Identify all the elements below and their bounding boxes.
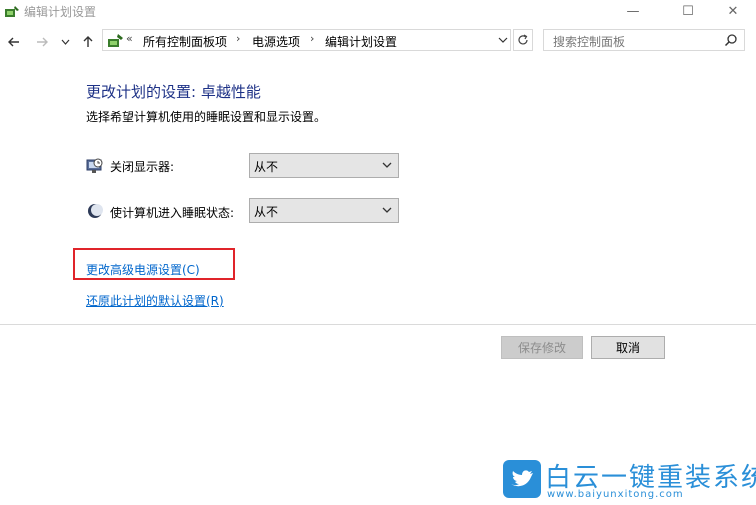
restore-defaults-link[interactable]: 还原此计划的默认设置(R)	[86, 292, 224, 309]
chevron-down-icon	[382, 162, 392, 168]
up-button[interactable]	[79, 32, 97, 52]
save-button[interactable]: 保存修改	[501, 336, 583, 359]
search-input[interactable]: 搜索控制面板	[553, 33, 625, 50]
navigation-bar: « 所有控制面板项 › 电源选项 › 编辑计划设置 搜索控制面板	[0, 29, 756, 55]
title-bar: 编辑计划设置 — ☐ ✕	[0, 0, 756, 22]
search-box[interactable]: 搜索控制面板	[543, 29, 745, 51]
display-off-select[interactable]: 从不	[249, 153, 399, 178]
arrow-up-icon	[83, 36, 93, 47]
close-button[interactable]: ✕	[710, 0, 756, 22]
chevron-down-icon	[61, 39, 69, 45]
window-title: 编辑计划设置	[24, 5, 97, 19]
page-title: 更改计划的设置: 卓越性能	[86, 83, 261, 101]
moon-icon	[88, 204, 103, 218]
back-button[interactable]	[5, 32, 23, 52]
watermark: 白云一键重装系统 www.baiyunxitong.com	[500, 457, 756, 502]
control-panel-icon	[108, 34, 123, 47]
sleep-select[interactable]: 从不	[249, 198, 399, 223]
power-options-icon	[5, 6, 19, 17]
arrow-left-icon	[8, 37, 19, 47]
refresh-button[interactable]	[513, 29, 533, 51]
recent-locations-button[interactable]	[59, 32, 71, 52]
cancel-button[interactable]: 取消	[591, 336, 665, 359]
advanced-power-settings-link[interactable]: 更改高级电源设置(C)	[86, 261, 200, 278]
search-icon[interactable]	[724, 33, 738, 47]
address-bar[interactable]: « 所有控制面板项 › 电源选项 › 编辑计划设置	[102, 29, 511, 51]
address-dropdown-icon[interactable]	[498, 36, 508, 44]
watermark-url: www.baiyunxitong.com	[547, 489, 684, 500]
maximize-button[interactable]: ☐	[665, 0, 711, 22]
breadcrumb-edit-plan[interactable]: 编辑计划设置	[325, 33, 397, 50]
monitor-clock-icon	[86, 158, 103, 173]
display-off-label: 关闭显示器:	[110, 160, 175, 174]
divider	[0, 324, 756, 325]
forward-button[interactable]	[33, 32, 51, 52]
breadcrumb-separator-icon: ›	[236, 32, 241, 45]
minimize-button[interactable]: —	[610, 0, 656, 22]
sleep-label: 使计算机进入睡眠状态:	[110, 206, 235, 220]
twitter-bird-logo-icon	[503, 460, 541, 498]
arrow-right-icon	[37, 37, 48, 47]
display-off-value: 从不	[254, 160, 279, 174]
page-description: 选择希望计算机使用的睡眠设置和显示设置。	[86, 110, 327, 124]
chevron-down-icon	[382, 207, 392, 213]
refresh-icon	[518, 34, 528, 45]
breadcrumb-all-items[interactable]: 所有控制面板项	[143, 33, 227, 50]
breadcrumb-separator-icon: ›	[310, 32, 315, 45]
sleep-value: 从不	[254, 205, 279, 219]
breadcrumb-power-options[interactable]: 电源选项	[252, 33, 300, 50]
overflow-icon[interactable]: «	[126, 32, 133, 45]
